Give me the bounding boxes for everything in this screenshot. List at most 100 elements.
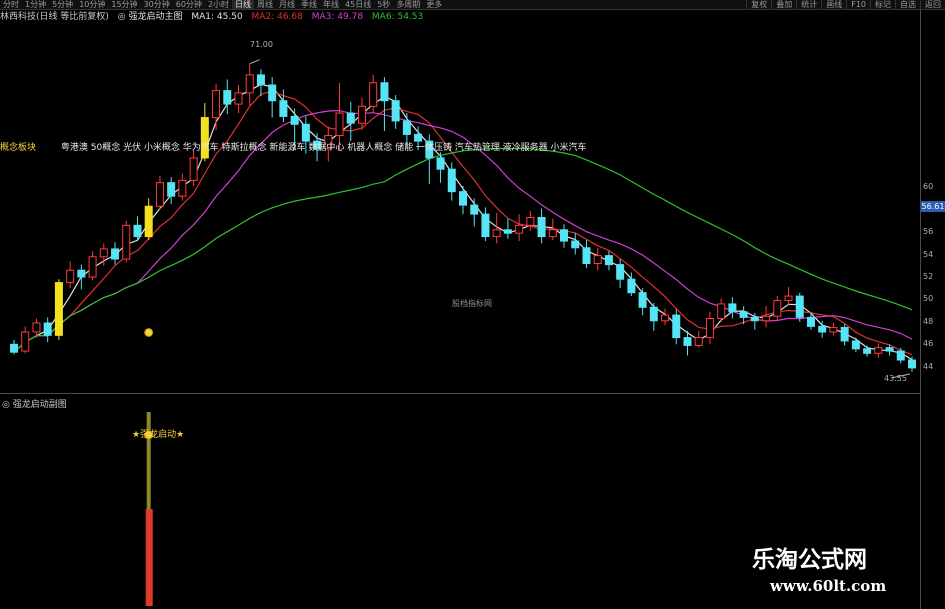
candle-body bbox=[178, 179, 187, 197]
toolbar-button[interactable]: 统计 bbox=[796, 0, 821, 9]
candle-body bbox=[649, 306, 658, 322]
candle-body bbox=[279, 100, 288, 117]
candle-body bbox=[111, 248, 120, 260]
candle-body bbox=[212, 90, 221, 119]
candle-body bbox=[795, 295, 804, 318]
signal-label: ★强龙启动★ bbox=[132, 430, 185, 440]
period-tab[interactable]: 日线 bbox=[232, 0, 255, 9]
candle-body bbox=[874, 347, 883, 354]
axis-tick-label: 44 bbox=[923, 361, 934, 371]
toolbar-button[interactable]: F10 bbox=[846, 0, 870, 9]
concept-label: 概念板块 bbox=[0, 143, 37, 153]
candle-body bbox=[773, 300, 782, 317]
candle-body bbox=[728, 303, 737, 313]
toolbar-button[interactable]: 复权 bbox=[746, 0, 771, 9]
candle-body bbox=[436, 157, 445, 170]
candle-body bbox=[144, 205, 153, 238]
sub-panel-title[interactable]: ◎ 强龙启动副图 bbox=[2, 397, 67, 410]
period-tab[interactable]: 多周期 bbox=[393, 0, 423, 9]
candle-body bbox=[346, 112, 355, 124]
candle-body bbox=[380, 82, 389, 102]
candlestick-chart[interactable] bbox=[0, 24, 920, 609]
candle-body bbox=[21, 331, 30, 352]
toolbar-button[interactable]: 画线 bbox=[821, 0, 846, 9]
axis-tick-label: 56 bbox=[923, 227, 934, 237]
candle-body bbox=[784, 295, 793, 302]
candle-body bbox=[32, 322, 41, 333]
min-price-label: 43.55 bbox=[884, 374, 907, 383]
candle-body bbox=[77, 269, 86, 278]
candle-body bbox=[806, 316, 815, 327]
candle-body bbox=[717, 303, 726, 320]
candle-body bbox=[705, 318, 714, 339]
candle-body bbox=[155, 182, 164, 207]
candle-body bbox=[10, 343, 18, 353]
period-tab[interactable]: 月线 bbox=[276, 0, 298, 9]
concept-row: 概念板块 粤港澳 50概念 光伏 小米概念 华为汽车 特斯拉概念 新能源车 数据… bbox=[0, 140, 587, 153]
candle-body bbox=[750, 316, 759, 322]
candle-body bbox=[88, 256, 97, 278]
candle-body bbox=[739, 311, 748, 318]
toolbar-button[interactable]: 标记 bbox=[870, 0, 895, 9]
watermark-url: www.60lt.com bbox=[770, 577, 887, 595]
axis-tick-label: 54 bbox=[923, 249, 934, 259]
candle-body bbox=[503, 229, 512, 234]
period-tab[interactable]: 30分钟 bbox=[141, 0, 173, 9]
concept-text: 粤港澳 50概念 光伏 小米概念 华为汽车 特斯拉概念 新能源车 数据中心 机器… bbox=[60, 143, 587, 153]
period-tab[interactable]: 更多 bbox=[423, 0, 445, 9]
candle-body bbox=[908, 359, 916, 369]
period-tab[interactable]: 年线 bbox=[320, 0, 342, 9]
candle-body bbox=[391, 100, 400, 122]
period-tab[interactable]: 2小时 bbox=[205, 0, 232, 9]
toolbar-button[interactable]: 叠加 bbox=[771, 0, 796, 9]
stock-name[interactable]: 林西科技(日线 等比前复权) bbox=[0, 12, 109, 22]
panel-divider[interactable] bbox=[0, 393, 920, 394]
candle-body bbox=[616, 264, 625, 280]
ma3-value: MA3: 49.78 bbox=[311, 12, 364, 22]
candle-body bbox=[762, 315, 771, 322]
toolbar-button[interactable]: 返回 bbox=[920, 0, 945, 9]
ma1-value: MA1: 45.50 bbox=[191, 12, 243, 22]
price-axis[interactable]: 605856545250484644 bbox=[920, 10, 945, 609]
candle-body bbox=[683, 337, 692, 346]
candle-body bbox=[335, 112, 344, 137]
candle-body bbox=[638, 292, 647, 308]
period-toolbar: 分时 1分钟 5分钟 10分钟 15分钟 30分钟 60分钟 2小时 日线 周线 月线 季线 年线 45日… bbox=[0, 0, 945, 10]
candle-body bbox=[481, 213, 490, 238]
candle-body bbox=[167, 182, 176, 197]
ma2-value: MA2: 46.68 bbox=[251, 12, 303, 22]
period-tab[interactable]: 60分钟 bbox=[173, 0, 205, 9]
candle-body bbox=[829, 326, 838, 333]
candle-body bbox=[515, 224, 524, 234]
max-price-label: 71.00 bbox=[250, 40, 273, 49]
candle-body bbox=[593, 255, 602, 264]
candle-body bbox=[133, 224, 142, 238]
candle-body bbox=[369, 82, 378, 107]
period-tab[interactable]: 季线 bbox=[298, 0, 320, 9]
ma6-line bbox=[13, 147, 913, 353]
period-tab[interactable]: 1分钟 bbox=[22, 0, 49, 9]
candle-body bbox=[402, 120, 411, 135]
center-watermark: 股档指标网 bbox=[452, 299, 492, 308]
candle-body bbox=[357, 105, 366, 124]
candle-body bbox=[256, 74, 265, 86]
toolbar-button[interactable]: 自选 bbox=[895, 0, 920, 9]
period-tab[interactable]: 5分钟 bbox=[49, 0, 76, 9]
period-tab[interactable]: 10分钟 bbox=[76, 0, 108, 9]
indicator-name[interactable]: ◎ 强龙启动主图 bbox=[118, 12, 183, 22]
candle-body bbox=[548, 229, 557, 238]
period-tab[interactable]: 45日线 bbox=[342, 0, 374, 9]
period-tab[interactable]: 分时 bbox=[0, 0, 22, 9]
period-tab[interactable]: 5秒 bbox=[374, 0, 393, 9]
candle-body bbox=[627, 278, 636, 294]
candle-body bbox=[470, 204, 479, 215]
period-tab[interactable]: 周线 bbox=[254, 0, 276, 9]
candle-body bbox=[234, 92, 243, 105]
candle-body bbox=[43, 322, 52, 336]
candle-body bbox=[896, 350, 905, 361]
candle-body bbox=[223, 90, 232, 105]
candle-body bbox=[301, 123, 310, 142]
candle-body bbox=[447, 168, 456, 193]
period-tab[interactable]: 15分钟 bbox=[108, 0, 140, 9]
candle-body bbox=[459, 191, 467, 206]
